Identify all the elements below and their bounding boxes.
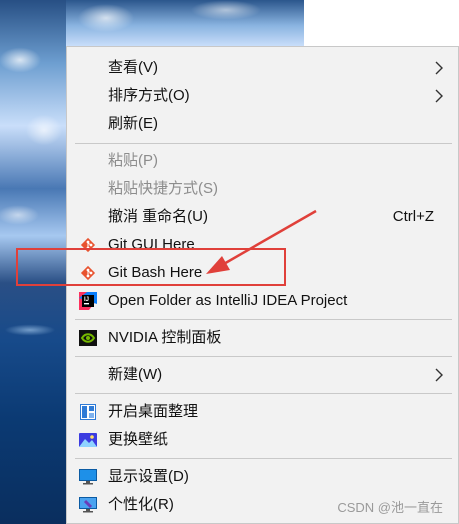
menu-item-label: NVIDIA 控制面板 [108, 329, 222, 346]
chevron-right-icon [435, 61, 443, 75]
menu-item-desktop-organize[interactable]: 开启桌面整理 [67, 398, 458, 426]
watermark: CSDN @池一直在 [337, 500, 443, 515]
menu-separator [75, 143, 452, 144]
menu-item-label: Open Folder as IntelliJ IDEA Project [108, 292, 348, 309]
menu-item-label: 新建(W) [108, 366, 163, 383]
menu-item-label: 开启桌面整理 [108, 403, 199, 420]
nvidia-icon [79, 329, 97, 347]
menu-item-view[interactable]: 查看(V) [67, 54, 458, 82]
menu-item-label: 个性化(R) [108, 496, 174, 513]
menu-item-label: 排序方式(O) [108, 87, 190, 104]
menu-item-label: 粘贴快捷方式(S) [108, 180, 218, 197]
menu-item-label: 更换壁纸 [108, 431, 169, 448]
menu-separator [75, 458, 452, 459]
menu-item-label: 显示设置(D) [108, 468, 189, 485]
menu-item-display-settings[interactable]: 显示设置(D) [67, 463, 458, 491]
annotation-highlight-box [16, 248, 286, 286]
display-icon [79, 468, 97, 486]
menu-item-change-wallpaper[interactable]: 更换壁纸 [67, 426, 458, 454]
intellij-icon: IJ [79, 292, 97, 310]
menu-item-label: 查看(V) [108, 59, 158, 76]
personalize-icon [79, 496, 97, 514]
menu-item-shortcut: Ctrl+Z [392, 208, 434, 225]
desktop-organize-icon [79, 403, 97, 421]
menu-item-label: 刷新(E) [108, 115, 158, 132]
menu-item-paste[interactable]: 粘贴(P) [67, 147, 458, 175]
chevron-right-icon [435, 368, 443, 382]
menu-item-paste-shortcut[interactable]: 粘贴快捷方式(S) [67, 175, 458, 203]
menu-item-label: 粘贴(P) [108, 152, 158, 169]
chevron-right-icon [435, 89, 443, 103]
svg-text:IJ: IJ [84, 297, 89, 303]
desktop-wallpaper-top [66, 0, 304, 46]
menu-item-undo-rename[interactable]: 撤消 重命名(U) Ctrl+Z [67, 203, 458, 231]
menu-item-label: 撤消 重命名(U) [108, 208, 208, 225]
menu-separator [75, 356, 452, 357]
menu-item-open-intellij[interactable]: IJ Open Folder as IntelliJ IDEA Project [67, 287, 458, 315]
wallpaper-icon [79, 431, 97, 449]
menu-item-sort-by[interactable]: 排序方式(O) [67, 82, 458, 110]
menu-separator [75, 393, 452, 394]
menu-item-nvidia-control-panel[interactable]: NVIDIA 控制面板 [67, 324, 458, 352]
menu-item-new[interactable]: 新建(W) [67, 361, 458, 389]
menu-separator [75, 319, 452, 320]
menu-item-refresh[interactable]: 刷新(E) [67, 110, 458, 138]
